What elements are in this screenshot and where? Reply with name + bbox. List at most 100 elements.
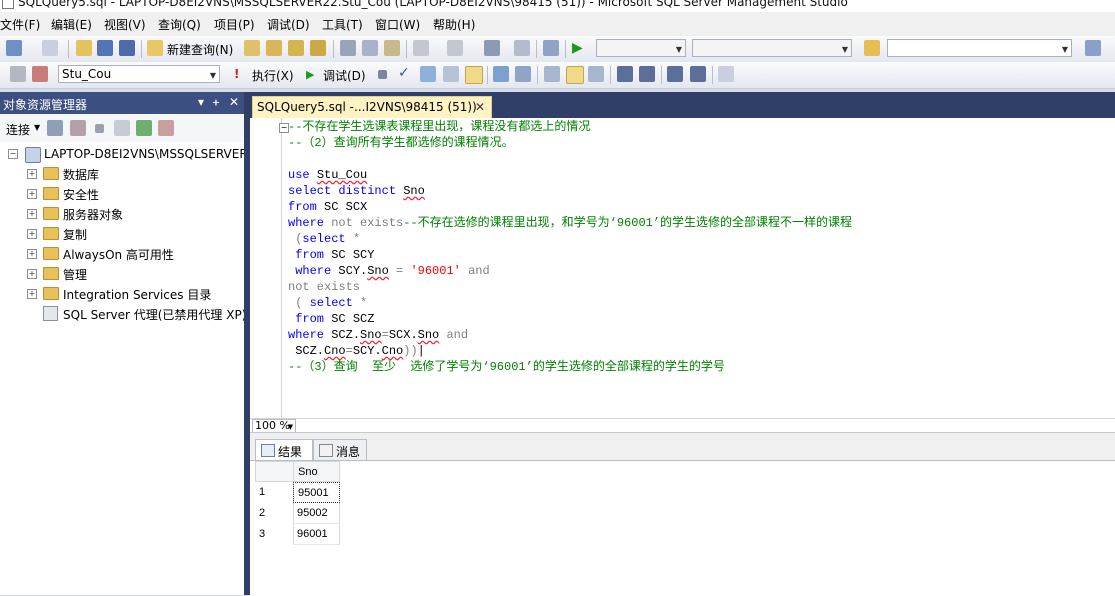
tree-node-alwayson[interactable]: + AlwaysOn 高可用性 <box>0 244 244 262</box>
start-icon[interactable]: ▶ <box>572 40 588 56</box>
results-grid-icon[interactable] <box>566 66 584 84</box>
tree-node-databases[interactable]: + 数据库 <box>0 164 244 182</box>
expand-icon[interactable]: + <box>27 189 37 199</box>
paste-icon[interactable] <box>384 40 400 56</box>
debug-button[interactable]: 调试(D) <box>323 67 366 84</box>
refresh-icon[interactable] <box>136 120 152 136</box>
activity-icon[interactable] <box>158 120 174 136</box>
connect-button[interactable]: 连接 <box>6 121 30 138</box>
menu-debug[interactable]: 调试(D) <box>267 16 310 33</box>
tree-node-management[interactable]: + 管理 <box>0 264 244 282</box>
expand-icon[interactable]: + <box>27 249 37 259</box>
grid-cell-selected[interactable]: 95001 <box>293 482 340 503</box>
connect-icon[interactable] <box>10 66 26 82</box>
expand-icon[interactable]: + <box>27 289 37 299</box>
open-file-icon[interactable] <box>76 40 92 56</box>
menu-project[interactable]: 项目(P) <box>214 16 255 33</box>
include-plan-icon[interactable] <box>493 66 509 82</box>
cut-icon[interactable] <box>340 40 356 56</box>
menu-tools[interactable]: 工具(T) <box>322 16 363 33</box>
expand-icon[interactable]: + <box>27 209 37 219</box>
find-in-files-icon[interactable] <box>864 40 880 56</box>
navigate-forward-icon[interactable] <box>514 40 530 56</box>
db-engine-query-icon[interactable] <box>244 40 260 56</box>
disconnect-server-icon[interactable] <box>70 120 86 136</box>
chevron-down-icon[interactable]: ▼ <box>34 123 40 132</box>
results-to-grid-icon[interactable] <box>465 66 483 84</box>
folder-icon <box>43 167 59 180</box>
stop-icon[interactable] <box>95 124 104 133</box>
platform-dropdown[interactable]: ▼ <box>692 39 852 57</box>
execute-button[interactable]: 执行(X) <box>252 67 294 84</box>
separator <box>536 40 537 58</box>
solution-explorer-icon[interactable] <box>1085 40 1101 56</box>
save-all-icon[interactable] <box>119 40 135 56</box>
menu-view[interactable]: 视图(V) <box>104 16 146 33</box>
disconnect-icon[interactable] <box>32 66 48 82</box>
new-query-icon[interactable] <box>147 40 163 56</box>
uncomment-icon[interactable] <box>639 66 655 82</box>
expand-icon[interactable]: + <box>27 229 37 239</box>
activity-monitor-icon[interactable] <box>543 40 559 56</box>
database-dropdown[interactable]: Stu_Cou ▼ <box>58 65 220 83</box>
tree-node-label: 管理 <box>63 268 88 282</box>
xmla-query-icon[interactable] <box>310 40 326 56</box>
decrease-indent-icon[interactable] <box>667 66 683 82</box>
dropdown-icon[interactable]: ▾ <box>198 95 204 109</box>
tree-node-replication[interactable]: + 复制 <box>0 224 244 242</box>
tree-node-sql-agent[interactable]: SQL Server 代理(已禁用代理 XP) <box>0 304 244 322</box>
tree-node-server-objects[interactable]: + 服务器对象 <box>0 204 244 222</box>
tab-sqlquery5[interactable]: SQLQuery5.sql -...I2VNS\98415 (51)) ✕ <box>252 96 492 118</box>
mdx-query-icon[interactable] <box>288 40 304 56</box>
redo-icon[interactable] <box>447 40 463 56</box>
new-query-button[interactable]: 新建查询(N) <box>167 41 233 58</box>
collapse-icon[interactable]: − <box>8 149 18 159</box>
copy-icon[interactable] <box>362 40 378 56</box>
close-icon[interactable]: ✕ <box>229 95 239 109</box>
parse-icon[interactable]: ✓ <box>398 65 410 81</box>
display-plan-icon[interactable] <box>420 66 436 82</box>
tab-results[interactable]: 结果 <box>255 439 313 460</box>
menu-query[interactable]: 查询(Q) <box>158 16 201 33</box>
analysis-query-icon[interactable] <box>266 40 282 56</box>
comment-icon[interactable] <box>617 66 633 82</box>
tab-messages[interactable]: 消息 <box>313 439 367 460</box>
pin-icon[interactable]: ᚐ <box>213 95 219 109</box>
zoom-dropdown[interactable]: 100 % ▼ <box>252 419 296 433</box>
tree-node-label: AlwaysOn 高可用性 <box>63 248 174 262</box>
increase-indent-icon[interactable] <box>690 66 706 82</box>
solution-config-dropdown[interactable]: ▼ <box>596 39 686 57</box>
folder-icon <box>43 207 59 220</box>
results-to-file-icon[interactable] <box>588 66 604 82</box>
new-project-icon[interactable] <box>6 40 22 56</box>
include-stats-icon[interactable] <box>515 66 531 82</box>
menu-help[interactable]: 帮助(H) <box>433 16 475 33</box>
results-grid[interactable]: Sno 1 95001 2 95002 3 96001 <box>250 460 1115 596</box>
menu-file[interactable]: 文件(F) <box>0 16 40 33</box>
add-item-icon[interactable] <box>42 40 58 56</box>
debug-icon[interactable]: ▶ <box>306 68 314 81</box>
grid-cell[interactable]: 96001 <box>293 524 340 545</box>
query-editor[interactable]: − --不存在学生选课表课程里出现，课程没有都选上的情况 --（2）查询所有学生… <box>250 118 1115 418</box>
expand-icon[interactable]: + <box>27 169 37 179</box>
column-header-sno[interactable]: Sno <box>293 461 340 482</box>
query-designer-icon[interactable] <box>443 66 459 82</box>
menu-window[interactable]: 窗口(W) <box>375 16 420 33</box>
cancel-query-icon[interactable] <box>378 70 387 79</box>
expand-icon[interactable]: + <box>27 269 37 279</box>
menu-edit[interactable]: 编辑(E) <box>51 16 92 33</box>
tree-node-security[interactable]: + 安全性 <box>0 184 244 202</box>
tree-node-integration-services[interactable]: + Integration Services 目录 <box>0 284 244 302</box>
connect-server-icon[interactable] <box>47 120 63 136</box>
execute-icon[interactable]: ! <box>234 67 239 81</box>
specify-values-icon[interactable] <box>718 66 734 82</box>
grid-cell[interactable]: 95002 <box>293 503 340 524</box>
close-tab-icon[interactable]: ✕ <box>475 100 485 114</box>
save-icon[interactable] <box>97 40 113 56</box>
server-node[interactable]: − LAPTOP-D8EI2VNS\MSSQLSERVER <box>0 145 248 163</box>
filter-icon[interactable] <box>114 120 130 136</box>
undo-icon[interactable] <box>413 40 429 56</box>
results-to-text-icon[interactable] <box>544 66 560 82</box>
find-dropdown[interactable]: ▼ <box>887 39 1072 57</box>
navigate-back-icon[interactable] <box>484 40 500 56</box>
